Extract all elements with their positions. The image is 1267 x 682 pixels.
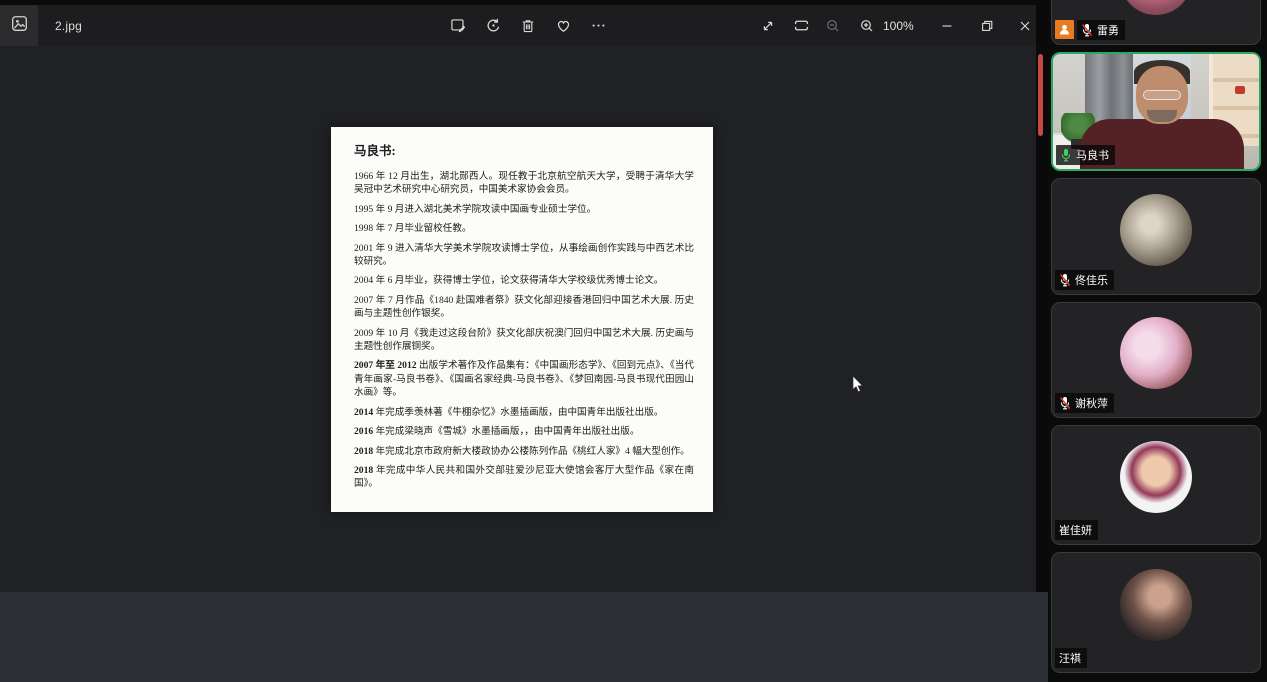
mic-on-icon (1060, 148, 1072, 162)
document-page: 马良书: 1966 年 12 月出生，湖北郧西人。现任教于北京航空航天大学，受聘… (331, 127, 713, 512)
avatar (1120, 569, 1192, 641)
zoom-out-icon[interactable] (818, 5, 848, 46)
participant-tile-xieqiuping[interactable]: 谢秋萍 (1051, 302, 1261, 418)
scrollbar-thumb[interactable] (1038, 54, 1043, 136)
participant-tile-wangqi[interactable]: 汪祺 (1051, 552, 1261, 673)
document-paragraph: 2018 年完成北京市政府新大楼政协办公楼陈列作品《桃红人家》4 幅大型创作。 (354, 445, 694, 458)
restore-window-button[interactable] (972, 5, 1002, 46)
name-badge: 谢秋萍 (1055, 393, 1114, 413)
minimize-button[interactable] (932, 5, 962, 46)
filename-title: 2.jpg (55, 19, 82, 33)
avatar (1120, 317, 1192, 389)
participant-tile-leiyong[interactable]: 雷勇 (1051, 0, 1261, 45)
participant-name: 谢秋萍 (1075, 395, 1108, 411)
participant-tile-maliangshu-active[interactable]: 马良书 (1051, 52, 1261, 171)
edit-image-button[interactable] (443, 5, 473, 46)
avatar (1120, 0, 1192, 15)
rotate-button[interactable] (478, 5, 508, 46)
close-button[interactable] (1010, 5, 1040, 46)
participant-name: 汪祺 (1059, 650, 1081, 666)
picture-icon (11, 15, 28, 37)
document-title: 马良书: (354, 140, 694, 159)
participant-tile-tongjiale[interactable]: 佟佳乐 (1051, 178, 1261, 295)
document-paragraph: 1995 年 9 月进入湖北美术学院攻读中国画专业硕士学位。 (354, 203, 694, 216)
favorite-heart-icon[interactable] (548, 5, 578, 46)
zoom-level-label: 100% (883, 5, 914, 46)
name-badge: 佟佳乐 (1055, 270, 1114, 290)
beard (1147, 110, 1177, 122)
red-ornament (1235, 86, 1245, 94)
resize-diagonal-icon[interactable] (753, 5, 783, 46)
name-badge: 马良书 (1056, 145, 1115, 165)
mic-muted-icon (1059, 273, 1071, 287)
document-paragraph: 2007 年至 2012 出版学术著作及作品集有：《中国画形态学》、《回到元点》… (354, 359, 694, 399)
glasses (1143, 90, 1181, 100)
name-badge: 汪祺 (1055, 648, 1087, 668)
more-options-button[interactable] (583, 5, 613, 46)
document-paragraph: 2007 年 7 月作品《1840 赴国难者祭》获文化部迎接香港回归中国艺术大展… (354, 294, 694, 321)
participant-name: 马良书 (1076, 147, 1109, 163)
mic-muted-icon (1059, 396, 1071, 410)
document-paragraph: 1998 年 7 月毕业留校任教。 (354, 222, 694, 235)
document-paragraph: 2001 年 9 进入清华大学美术学院攻读博士学位，从事绘画创作实践与中西艺术比… (354, 242, 694, 269)
zoom-in-icon[interactable] (852, 5, 882, 46)
name-badge: 雷勇 (1077, 20, 1125, 40)
screen: 2.jpg (0, 0, 1267, 682)
participants-panel: 雷勇 马良书 (1048, 0, 1267, 682)
participant-tile-cuijiayan[interactable]: 崔佳妍 (1051, 425, 1261, 545)
avatar (1120, 194, 1192, 266)
document-paragraph: 1966 年 12 月出生，湖北郧西人。现任教于北京航空航天大学，受聘于清华大学… (354, 170, 694, 197)
participant-name: 佟佳乐 (1075, 272, 1108, 288)
document-paragraph: 2018 年完成中华人民共和国外交部驻爱沙尼亚大使馆会客厅大型作品《家在南国》。 (354, 464, 694, 491)
photos-app-icon-button[interactable] (0, 5, 38, 46)
share-background (0, 592, 1048, 682)
shared-screen-region: 2.jpg (0, 0, 1048, 682)
document-paragraph: 2014 年完成季羡林著《牛棚杂忆》水墨插画版，由中国青年出版社出版。 (354, 406, 694, 419)
name-badge: 崔佳妍 (1055, 520, 1098, 540)
fit-to-window-icon[interactable] (786, 5, 816, 46)
document-paragraph: 2004 年 6 月毕业，获得博士学位，论文获得清华大学校级优秀博士论文。 (354, 274, 694, 287)
document-paragraph: 2009 年 10 月《我走过这段台阶》获文化部庆祝澳门回归中国艺术大展. 历史… (354, 327, 694, 354)
delete-button[interactable] (513, 5, 543, 46)
document-paragraph: 2016 年完成梁晓声《雪城》水墨插画版，，由中国青年出版社出版。 (354, 425, 694, 438)
avatar (1120, 441, 1192, 513)
host-person-icon (1055, 20, 1074, 39)
photo-canvas: 马良书: 1966 年 12 月出生，湖北郧西人。现任教于北京航空航天大学，受聘… (0, 46, 1036, 592)
mic-muted-icon (1081, 23, 1093, 37)
participant-name: 崔佳妍 (1059, 522, 1092, 538)
photos-titlebar: 2.jpg (0, 5, 1036, 46)
participant-name: 雷勇 (1097, 22, 1119, 38)
mouse-cursor (852, 376, 864, 394)
